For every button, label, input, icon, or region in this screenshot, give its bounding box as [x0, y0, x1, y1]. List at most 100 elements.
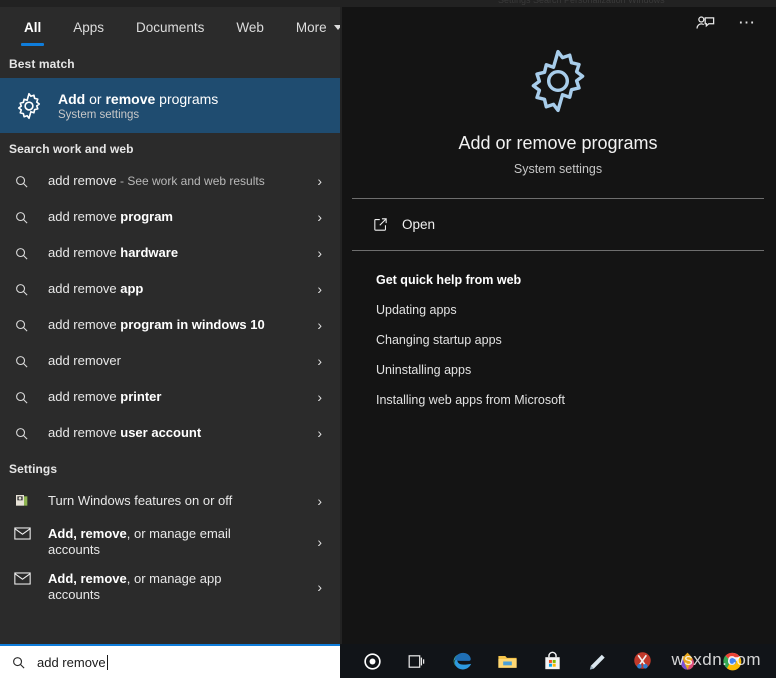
chevron-right-icon: ›	[317, 425, 322, 441]
settings-section-label: Settings	[9, 462, 58, 476]
sticky-notes-icon[interactable]	[575, 644, 620, 678]
best-match-title-rest: programs	[155, 90, 219, 107]
quick-help-links: Updating apps Changing startup apps Uninst…	[376, 303, 776, 407]
tab-documents[interactable]: Documents	[120, 7, 220, 48]
open-action[interactable]: Open	[340, 199, 776, 250]
edge-icon[interactable]	[440, 644, 485, 678]
snipping-tool-icon[interactable]	[620, 644, 665, 678]
search-web-section-label: Search work and web	[9, 142, 134, 156]
ellipsis-icon[interactable]: ⋯	[738, 14, 757, 31]
settings-result-row[interactable]: Add, remove, or manage email accounts ›	[0, 519, 340, 564]
chevron-right-icon: ›	[317, 209, 322, 225]
search-suggestion-label: add remove - See work and web results	[48, 173, 265, 188]
settings-result-row[interactable]: Add, remove, or manage app accounts ›	[0, 564, 340, 609]
search-suggestion-label: add remove program in windows 10	[48, 317, 265, 332]
feedback-person-icon[interactable]	[694, 12, 716, 34]
quick-help-link[interactable]: Uninstalling apps	[376, 363, 776, 377]
microsoft-store-icon[interactable]	[530, 644, 575, 678]
file-explorer-icon[interactable]	[485, 644, 530, 678]
task-view-icon[interactable]	[395, 644, 440, 678]
search-icon	[11, 655, 26, 670]
windows-features-icon	[14, 493, 38, 509]
search-suggestion-label: add remove printer	[48, 389, 162, 404]
best-match-subtitle: System settings	[58, 108, 140, 121]
search-suggestion-row[interactable]: add remover ›	[0, 343, 340, 379]
open-label: Open	[402, 217, 436, 232]
settings-result-label: Add, remove, or manage app accounts	[48, 571, 222, 602]
search-suggestion-label: add remover	[48, 353, 121, 368]
text-cursor	[106, 654, 108, 670]
tab-all-label: All	[24, 20, 42, 35]
search-icon	[14, 318, 38, 333]
mail-icon	[14, 527, 38, 540]
search-suggestion-row[interactable]: add remove user account ›	[0, 415, 340, 451]
search-input[interactable]: add remove	[0, 644, 340, 678]
settings-result-row[interactable]: Turn Windows features on or off ›	[0, 483, 340, 519]
best-match-title-b2: remove	[105, 90, 156, 107]
window-top-strip: Settings Search Personalization Windows	[0, 0, 776, 7]
chevron-right-icon: ›	[317, 533, 322, 550]
tab-apps[interactable]: Apps	[57, 7, 120, 48]
chevron-right-icon: ›	[317, 317, 322, 333]
search-input-value: add remove	[37, 654, 106, 670]
best-match-title-b1: Add	[58, 90, 86, 107]
quick-help-link[interactable]: Updating apps	[376, 303, 776, 317]
tab-apps-label: Apps	[73, 20, 105, 35]
search-results-pane: All Apps Documents Web More Best match A…	[0, 7, 342, 644]
best-match-title: Add or remove programs	[58, 91, 218, 107]
open-external-icon	[372, 216, 389, 233]
tab-web-label: Web	[236, 20, 264, 35]
best-match-section-label: Best match	[9, 57, 75, 71]
gear-icon-large	[522, 45, 594, 117]
chevron-right-icon: ›	[317, 353, 322, 369]
gear-icon	[14, 91, 44, 121]
best-match-title-mid: or	[85, 90, 106, 107]
search-icon	[14, 354, 38, 369]
search-input-text: add remove	[37, 654, 108, 670]
settings-results-list: Turn Windows features on or off › Add, rem…	[0, 483, 340, 609]
tab-more-label: More	[295, 20, 327, 35]
preview-title: Add or remove programs	[458, 133, 658, 153]
taskbar	[340, 644, 776, 678]
chrome-icon[interactable]	[710, 644, 755, 678]
quick-help-section: Get quick help from web Updating apps Cha…	[340, 251, 776, 407]
search-icon	[14, 246, 38, 261]
search-suggestion-row[interactable]: add remove program ›	[0, 199, 340, 235]
krita-icon[interactable]	[665, 644, 710, 678]
search-suggestion-row[interactable]: add remove printer ›	[0, 379, 340, 415]
tab-all[interactable]: All	[8, 7, 57, 48]
chevron-right-icon: ›	[317, 578, 322, 595]
mail-icon	[14, 572, 38, 585]
settings-result-label: Add, remove, or manage email accounts	[48, 526, 231, 557]
quick-help-link[interactable]: Changing startup apps	[376, 333, 776, 347]
tab-web[interactable]: Web	[220, 7, 280, 48]
windows-search-panel: Settings Search Personalization Windows …	[0, 0, 776, 678]
search-suggestion-row[interactable]: add remove hardware ›	[0, 235, 340, 271]
settings-result-label: Turn Windows features on or off	[48, 493, 233, 508]
chevron-right-icon: ›	[317, 173, 322, 189]
pane-divider	[340, 7, 342, 644]
quick-help-header: Get quick help from web	[376, 273, 522, 287]
search-suggestion-label: add remove app	[48, 281, 144, 296]
search-icon	[14, 426, 38, 441]
cortana-icon[interactable]	[350, 644, 395, 678]
preview-subtitle: System settings	[513, 162, 603, 176]
chevron-right-icon: ›	[317, 493, 322, 509]
search-icon	[14, 282, 38, 297]
search-suggestion-label: add remove user account	[48, 425, 202, 440]
search-icon	[14, 210, 38, 225]
search-suggestion-row[interactable]: add remove - See work and web results ›	[0, 163, 340, 199]
window-cutoff-text: Settings Search Personalization Windows	[498, 0, 665, 5]
search-suggestion-label: add remove hardware	[48, 245, 179, 260]
search-suggestion-row[interactable]: add remove program in windows 10 ›	[0, 307, 340, 343]
tab-documents-label: Documents	[136, 20, 205, 35]
search-suggestion-row[interactable]: add remove app ›	[0, 271, 340, 307]
search-suggestion-label: add remove program	[48, 209, 173, 224]
search-icon	[14, 174, 38, 189]
chevron-right-icon: ›	[317, 281, 322, 297]
quick-help-link[interactable]: Installing web apps from Microsoft	[376, 393, 776, 407]
preview-pane: Add or remove programs System settings O…	[340, 7, 776, 644]
search-icon	[14, 390, 38, 405]
filter-tabs: All Apps Documents Web More	[0, 7, 342, 48]
best-match-result[interactable]: Add or remove programs System settings	[0, 78, 340, 133]
